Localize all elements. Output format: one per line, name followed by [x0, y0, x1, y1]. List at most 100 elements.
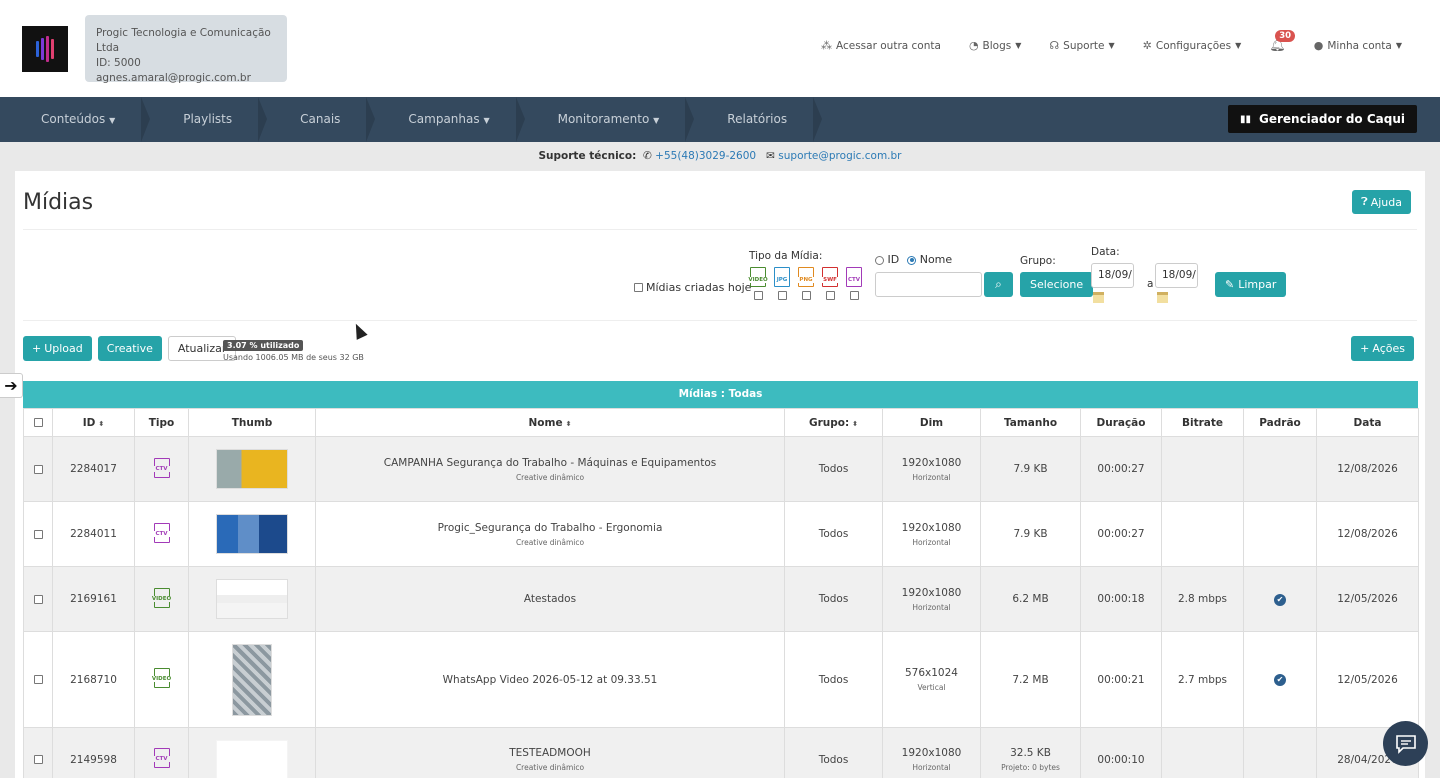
- media-name[interactable]: TESTEADMOOH: [316, 747, 784, 759]
- clear-button[interactable]: ✎ Limpar: [1215, 272, 1287, 297]
- media-name[interactable]: Progic_Segurança do Trabalho - Ergonomia: [316, 522, 784, 534]
- type-video-checkbox[interactable]: [753, 291, 763, 300]
- radio-id[interactable]: ID: [875, 253, 899, 266]
- nav-conteudos[interactable]: Conteúdos ▼: [0, 97, 151, 142]
- sidebar-toggle-arrow-icon[interactable]: ➔: [0, 373, 23, 398]
- notifications-button[interactable]: 🔔︎ 30: [1269, 30, 1296, 53]
- col-id[interactable]: ID ⬍: [52, 408, 135, 437]
- creative-button[interactable]: Creative: [97, 336, 162, 361]
- media-panel: Mídias ❓︎ Ajuda Mídias criadas hoje Tipo…: [15, 171, 1425, 778]
- name-cell[interactable]: Progic_Segurança do Trabalho - Ergonomia…: [315, 501, 785, 567]
- blogs-menu[interactable]: ◔ Blogs ▼: [969, 39, 1021, 52]
- size-value: 6.2 MB: [1012, 593, 1049, 605]
- nav-campanhas[interactable]: Campanhas ▼: [367, 97, 525, 142]
- name-cell[interactable]: TESTEADMOOH Creative dinâmico: [315, 727, 785, 778]
- table-row[interactable]: 2169161 VIDEO Atestados Todos 1920x1080 Horiz…: [23, 566, 1419, 632]
- col-nome[interactable]: Nome ⬍: [315, 408, 785, 437]
- id-cell: 2169161: [52, 566, 135, 632]
- thumb-cell: [188, 501, 316, 567]
- row-checkbox[interactable]: [33, 464, 43, 474]
- nav-monitoramento[interactable]: Monitoramento ▼: [517, 97, 694, 142]
- today-checkbox[interactable]: [634, 283, 643, 292]
- table-row[interactable]: 2284011 CTV Progic_Segurança do Trabalho -…: [23, 501, 1419, 567]
- support-menu[interactable]: ☊ Suporte ▼: [1049, 39, 1114, 52]
- type-jpg-checkbox[interactable]: [777, 291, 787, 300]
- today-filter[interactable]: Mídias criadas hoje: [634, 281, 751, 294]
- radio-nome-button[interactable]: [907, 255, 917, 265]
- media-type-filters: VIDEO JPG PNG SWF CTV: [747, 267, 863, 300]
- type-video[interactable]: VIDEO: [747, 267, 769, 300]
- my-account-menu[interactable]: ● Minha conta ▼: [1314, 39, 1402, 52]
- account-info[interactable]: Progic Tecnologia e Comunicação Ltda ID:…: [85, 15, 287, 84]
- type-swf-checkbox[interactable]: [825, 291, 835, 300]
- col-grupo[interactable]: Grupo: ⬍: [784, 408, 883, 437]
- size-value: 7.2 MB: [1012, 673, 1049, 686]
- media-name[interactable]: Atestados: [316, 593, 784, 605]
- calendar-icon[interactable]: [1093, 292, 1104, 303]
- row-checkbox[interactable]: [33, 529, 43, 539]
- thumbnail[interactable]: [232, 643, 272, 716]
- name-cell[interactable]: CAMPANHA Segurança do Trabalho - Máquina…: [315, 436, 785, 502]
- thumbnail[interactable]: [216, 579, 288, 619]
- settings-menu[interactable]: ✲ Configurações ▼: [1143, 39, 1242, 52]
- dim-value: 1920x1080: [901, 456, 962, 469]
- type-cell: CTV: [134, 501, 189, 567]
- thumbnail[interactable]: [216, 449, 288, 489]
- chat-button[interactable]: [1383, 721, 1428, 766]
- table-row[interactable]: 2284017 CTV CAMPANHA Segurança do Trabalho…: [23, 436, 1419, 502]
- type-png[interactable]: PNG: [797, 267, 815, 300]
- duration-cell: 00:00:21: [1080, 631, 1162, 728]
- date-from-input[interactable]: 18/09/: [1091, 263, 1134, 288]
- switch-account-link[interactable]: ⁂ Acessar outra conta: [821, 39, 941, 52]
- row-checkbox[interactable]: [33, 594, 43, 604]
- check-circle-icon: ✔: [1274, 593, 1286, 606]
- col-thumb-label: Thumb: [231, 416, 273, 429]
- divider: [23, 229, 1417, 230]
- thumbnail[interactable]: [216, 739, 288, 778]
- nav-canais[interactable]: Canais: [259, 97, 376, 142]
- radio-id-button[interactable]: [875, 255, 884, 265]
- bitrate-cell: 2.7 mbps: [1161, 631, 1244, 728]
- support-email-link[interactable]: suporte@progic.com.br: [778, 150, 901, 162]
- row-checkbox[interactable]: [33, 755, 43, 764]
- type-swf[interactable]: SWF: [821, 267, 839, 300]
- col-bitrate-label: Bitrate: [1181, 416, 1224, 429]
- brand-logo[interactable]: [22, 26, 68, 72]
- type-text: CTV: [151, 530, 172, 537]
- help-button[interactable]: ❓︎ Ajuda: [1352, 190, 1411, 214]
- date-to-input[interactable]: 18/09/: [1155, 263, 1198, 288]
- manager-button[interactable]: ▮▮ Gerenciador do Caqui: [1227, 105, 1417, 133]
- table-row[interactable]: 2168710 VIDEO WhatsApp Video 2026-05-12 at…: [23, 631, 1419, 728]
- select-all-checkbox[interactable]: [33, 418, 43, 427]
- nav-relatorios[interactable]: Relatórios: [686, 97, 822, 142]
- name-cell[interactable]: Atestados: [315, 566, 785, 632]
- media-name[interactable]: CAMPANHA Segurança do Trabalho - Máquina…: [316, 457, 784, 469]
- usage-text: Usando 1006.05 MB de seus 32 GB: [223, 353, 364, 362]
- group-cell: Todos: [784, 501, 883, 567]
- id-cell: 2284011: [52, 501, 135, 567]
- search-button[interactable]: ⌕: [984, 272, 1013, 297]
- row-checkbox[interactable]: [33, 675, 43, 684]
- caret-down-icon: ▼: [1108, 41, 1115, 50]
- thumbnail[interactable]: [216, 514, 288, 554]
- type-jpg[interactable]: JPG: [773, 267, 791, 300]
- type-ctv-checkbox[interactable]: [849, 291, 859, 300]
- search-input[interactable]: [875, 272, 982, 297]
- bitrate-cell: [1161, 727, 1244, 778]
- radio-nome[interactable]: Nome: [907, 253, 952, 266]
- type-ctv[interactable]: CTV: [845, 267, 863, 300]
- type-png-checkbox[interactable]: [801, 291, 811, 300]
- today-label: Mídias criadas hoje: [646, 281, 752, 294]
- table-row[interactable]: 2149598 CTV TESTEADMOOH Creative dinâmico To…: [23, 727, 1419, 778]
- media-name[interactable]: WhatsApp Video 2026-05-12 at 09.33.51: [316, 674, 784, 686]
- calendar-icon[interactable]: [1157, 292, 1168, 303]
- select-all-cell: [23, 408, 53, 437]
- swf-file-icon: SWF: [822, 267, 838, 287]
- support-phone-link[interactable]: +55(48)3029-2600: [655, 150, 756, 162]
- upload-button[interactable]: + Upload: [23, 336, 92, 361]
- orientation: Horizontal: [912, 537, 951, 547]
- group-select-button[interactable]: Selecione: [1020, 272, 1094, 297]
- nav-playlists[interactable]: Playlists: [142, 97, 268, 142]
- actions-button[interactable]: + Ações: [1351, 336, 1414, 361]
- name-cell[interactable]: WhatsApp Video 2026-05-12 at 09.33.51: [315, 631, 785, 728]
